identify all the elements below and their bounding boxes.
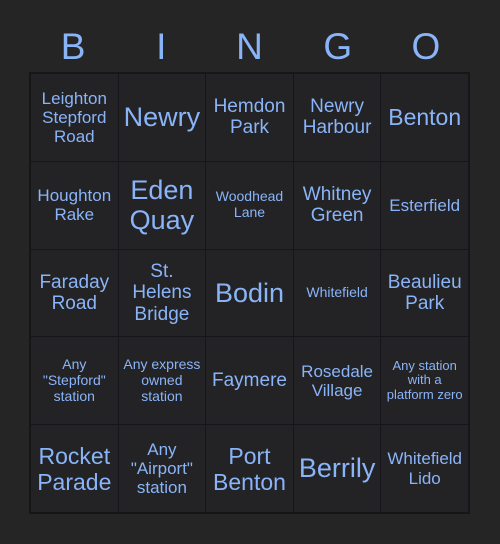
bingo-cell[interactable]: St. Helens Bridge — [118, 249, 206, 337]
bingo-cell-label: Any "Airport" station — [130, 439, 193, 498]
bingo-cell[interactable]: Whitefield Lido — [381, 425, 468, 512]
bingo-cell-label: Eden Quay — [129, 174, 195, 236]
bingo-cell[interactable]: Newry — [118, 74, 206, 161]
bingo-cell-label: Rosedale Village — [301, 361, 373, 400]
bingo-cell[interactable]: Any station with a platform zero — [381, 337, 468, 425]
bingo-cell-label: Any station with a platform zero — [386, 357, 463, 403]
bingo-cell[interactable]: Any "Airport" station — [118, 425, 206, 512]
bingo-cell[interactable]: Bodin — [206, 249, 293, 337]
bingo-cell[interactable]: Newry Harbour — [293, 74, 381, 161]
bingo-cell[interactable]: Beaulieu Park — [381, 249, 468, 337]
bingo-cell[interactable]: Any "Stepford" station — [31, 337, 118, 425]
bingo-cell-label: Woodhead Lane — [215, 188, 284, 221]
bingo-header-letter-i: I — [156, 25, 167, 67]
bingo-cell-label: Benton — [388, 104, 462, 131]
bingo-grid: Leighton Stepford Road Newry Hemdon Park Ne… — [29, 72, 470, 514]
bingo-cell[interactable]: Eden Quay — [118, 161, 206, 249]
bingo-cell-label: Port Benton — [213, 442, 286, 495]
bingo-cell[interactable]: Rosedale Village — [293, 337, 381, 425]
bingo-cell[interactable]: Benton — [381, 74, 468, 161]
bingo-cell-label: Newry — [123, 102, 201, 133]
bingo-cell[interactable]: Faraday Road — [31, 249, 118, 337]
bingo-header-letter-b: B — [60, 25, 86, 67]
bingo-cell-label: Whitney Green — [302, 183, 372, 227]
bingo-cell[interactable]: Rocket Parade — [31, 425, 118, 512]
bingo-cell[interactable]: Faymere — [206, 337, 293, 425]
bingo-cell[interactable]: Whitney Green — [293, 161, 381, 249]
bingo-header: B I N G O — [29, 20, 470, 72]
bingo-cell-label: Beaulieu Park — [387, 271, 462, 314]
bingo-cell-label: Whitefield — [306, 284, 368, 301]
bingo-cell-label: Any "Stepford" station — [42, 356, 106, 404]
bingo-cell[interactable]: Houghton Rake — [31, 161, 118, 249]
bingo-cell[interactable]: Woodhead Lane — [206, 161, 293, 249]
bingo-cell[interactable]: Leighton Stepford Road — [31, 74, 118, 161]
bingo-cell[interactable]: Port Benton — [206, 425, 293, 512]
bingo-header-letter-o: O — [411, 25, 441, 67]
bingo-cell-label: Berrily — [298, 453, 376, 484]
bingo-header-letter-g: G — [323, 25, 353, 67]
bingo-header-letter-n: N — [236, 25, 263, 67]
bingo-cell-label: Houghton Rake — [37, 185, 112, 225]
bingo-cell-label: Faraday Road — [39, 271, 110, 314]
bingo-cell[interactable]: Hemdon Park — [206, 74, 293, 161]
bingo-cell-label: Hemdon Park — [213, 95, 286, 139]
bingo-card: B I N G O Leighton Stepford Road Newry Hem… — [0, 0, 500, 544]
bingo-cell-label: Any express owned station — [123, 356, 201, 404]
bingo-cell-label: Rocket Parade — [37, 442, 112, 495]
bingo-cell-label: St. Helens Bridge — [132, 260, 192, 325]
bingo-cell-label: Bodin — [214, 277, 285, 308]
bingo-cell-label: Leighton Stepford Road — [41, 88, 107, 146]
bingo-cell-label: Faymere — [212, 370, 287, 392]
bingo-cell-label: Whitefield Lido — [387, 449, 462, 488]
bingo-cell-label: Esterfield — [389, 195, 461, 215]
bingo-cell[interactable]: Whitefield — [293, 249, 381, 337]
bingo-cell[interactable]: Esterfield — [381, 161, 468, 249]
bingo-cell[interactable]: Berrily — [293, 425, 381, 512]
bingo-cell-label: Newry Harbour — [302, 95, 372, 139]
bingo-cell[interactable]: Any express owned station — [118, 337, 206, 425]
